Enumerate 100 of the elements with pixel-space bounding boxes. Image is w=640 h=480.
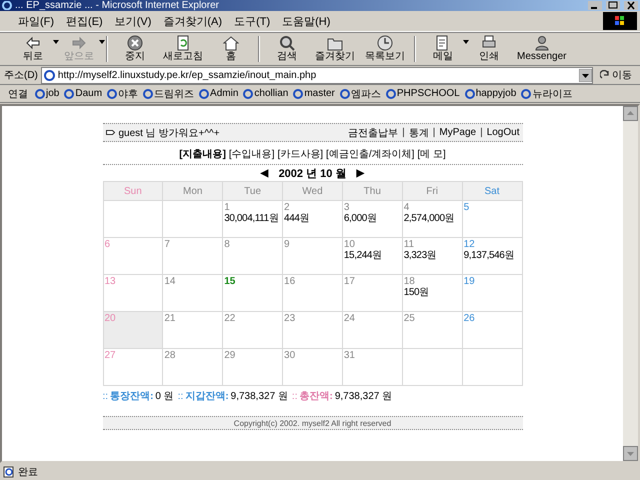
day-number: 20 — [104, 313, 117, 324]
menu-item[interactable]: 도구(T) — [228, 14, 276, 28]
nav-link[interactable]: 금전출납부 — [348, 126, 398, 140]
caret-icon[interactable] — [53, 40, 59, 44]
toolbar-button[interactable]: 메일 — [420, 34, 466, 64]
month-title: 2002 년 10 월 — [278, 166, 346, 180]
link-button[interactable]: 뉴라이프 — [521, 86, 572, 100]
previous-month-button[interactable]: ◀ — [260, 167, 269, 179]
weekday-header: Sat — [462, 182, 522, 200]
toolbar-button[interactable]: 즐겨찾기 — [310, 34, 360, 64]
day-cell[interactable]: 10 15,244원 — [342, 238, 402, 274]
day-cell[interactable]: 29 — [222, 348, 283, 386]
home-icon — [223, 35, 239, 51]
balance-value: 9,738,327 원 — [334, 390, 392, 403]
day-cell[interactable]: 8 — [222, 238, 283, 274]
day-cell[interactable]: 18 150원 — [402, 274, 462, 312]
menu-item[interactable]: 편집(E) — [60, 14, 109, 28]
toolbar-button[interactable]: 검색 — [264, 34, 310, 64]
go-button[interactable]: 이동 — [596, 68, 636, 82]
category-tab[interactable]: [수입내용] — [228, 147, 274, 161]
link-button[interactable]: Admin — [199, 88, 238, 99]
day-number: 22 — [224, 313, 236, 324]
greeting-text: guest 님 방가워요+^^+ — [118, 126, 220, 140]
day-cell[interactable]: 30 — [282, 348, 342, 386]
day-number: 19 — [464, 276, 476, 287]
day-number: 5 — [464, 202, 470, 213]
close-icon[interactable] — [624, 1, 638, 10]
next-month-button[interactable]: ▶ — [356, 167, 364, 179]
toolbar-button[interactable]: Messenger — [512, 34, 572, 64]
toolbar-button[interactable]: 새로고침 — [158, 34, 208, 64]
day-number: 23 — [284, 313, 296, 324]
toolbar-button[interactable]: 중지 — [112, 34, 158, 64]
link-button[interactable]: job — [35, 88, 60, 99]
toolbar-button[interactable]: 홈 — [208, 34, 254, 64]
day-cell[interactable]: 9 — [282, 238, 342, 274]
minimize-icon[interactable] — [588, 1, 602, 10]
toolbar-button[interactable]: 뒤로 — [10, 34, 56, 64]
day-number: 13 — [104, 276, 117, 287]
day-cell[interactable]: 31 — [342, 348, 402, 386]
day-number: 18 — [404, 276, 416, 287]
category-tab[interactable]: [메 모] — [417, 147, 446, 161]
search-icon — [279, 35, 295, 51]
day-cell[interactable]: 25 — [402, 312, 462, 348]
day-number: 12 — [464, 239, 476, 250]
menu-item[interactable]: 파일(F) — [12, 14, 60, 28]
balance-value: 0 원 — [155, 390, 174, 403]
day-cell[interactable]: 24 — [342, 312, 402, 348]
day-cell[interactable]: 23 — [282, 312, 342, 348]
link-button[interactable]: chollian — [243, 88, 288, 99]
back-arrow-icon — [25, 35, 41, 51]
day-number: 24 — [344, 313, 356, 324]
menu-item[interactable]: 보기(V) — [108, 14, 158, 28]
day-cell[interactable]: 11 3,323원 — [402, 238, 462, 274]
weekday-header: Thu — [342, 182, 402, 200]
day-number: 3 — [344, 202, 350, 213]
copyright-text: Copyright(c) 2002. myself2 All right reserved — [234, 418, 392, 428]
nav-link[interactable]: LogOut — [486, 127, 520, 138]
day-cell[interactable]: 12 9,137,546원 — [462, 238, 522, 274]
day-number: 2 — [284, 202, 291, 213]
day-cell[interactable]: 15 — [222, 274, 283, 312]
menu-item[interactable]: 즐겨찾기(A) — [157, 14, 228, 28]
day-number: 6 — [104, 239, 112, 250]
day-cell[interactable]: 1 30,004,111원 — [222, 200, 283, 238]
separator: | — [480, 127, 483, 138]
day-cell[interactable]: 17 — [342, 274, 402, 312]
day-cell[interactable]: 14 — [162, 274, 223, 312]
day-cell[interactable]: 4 2,574,000원 — [402, 200, 462, 238]
weekday-header: Tue — [222, 182, 283, 200]
link-button[interactable]: PHPSCHOOL — [386, 88, 460, 99]
go-arrow-icon — [600, 70, 610, 80]
link-button[interactable]: 야후 — [107, 86, 138, 100]
day-cell[interactable]: 3 6,000원 — [342, 200, 402, 238]
link-button[interactable]: 드림위즈 — [143, 86, 194, 100]
category-tab[interactable]: [카드사용] — [277, 147, 324, 161]
day-cell[interactable]: 28 — [162, 348, 223, 386]
day-cell[interactable]: 2 444원 — [282, 200, 342, 238]
toolbar-button[interactable]: 인쇄 — [466, 34, 512, 64]
status-text: 완료 — [18, 466, 38, 479]
link-button[interactable]: happyjob — [464, 88, 516, 99]
amount-text: 3,323원 — [404, 250, 438, 261]
dropdown-arrow-icon[interactable] — [579, 68, 592, 82]
links-label: 연결 — [8, 88, 28, 100]
category-tab[interactable]: [지출내용] — [179, 147, 226, 161]
day-number: 8 — [224, 239, 231, 250]
link-button[interactable]: 엠파스 — [340, 86, 381, 100]
menu-item[interactable]: 도움말(H) — [276, 14, 336, 28]
link-button[interactable]: master — [293, 88, 335, 99]
day-cell[interactable]: 16 — [282, 274, 342, 312]
day-cell[interactable]: 7 — [162, 238, 223, 274]
day-cell[interactable]: 22 — [222, 312, 283, 348]
maximize-icon[interactable] — [606, 1, 620, 10]
caret-icon[interactable] — [463, 40, 469, 44]
toolbar-button[interactable]: 목록보기 — [360, 34, 410, 64]
day-number: 21 — [164, 313, 176, 324]
address-field[interactable]: http://myself2.linuxstudy.pe.kr/ep_ssamzie/inout_main.php — [40, 66, 593, 84]
nav-link[interactable]: MyPage — [439, 127, 476, 138]
nav-link[interactable]: 통계 — [408, 126, 429, 140]
category-tab[interactable]: [예금인출/계좌이체] — [326, 147, 414, 161]
link-button[interactable]: Daum — [64, 88, 102, 99]
day-cell[interactable]: 21 — [162, 312, 223, 348]
